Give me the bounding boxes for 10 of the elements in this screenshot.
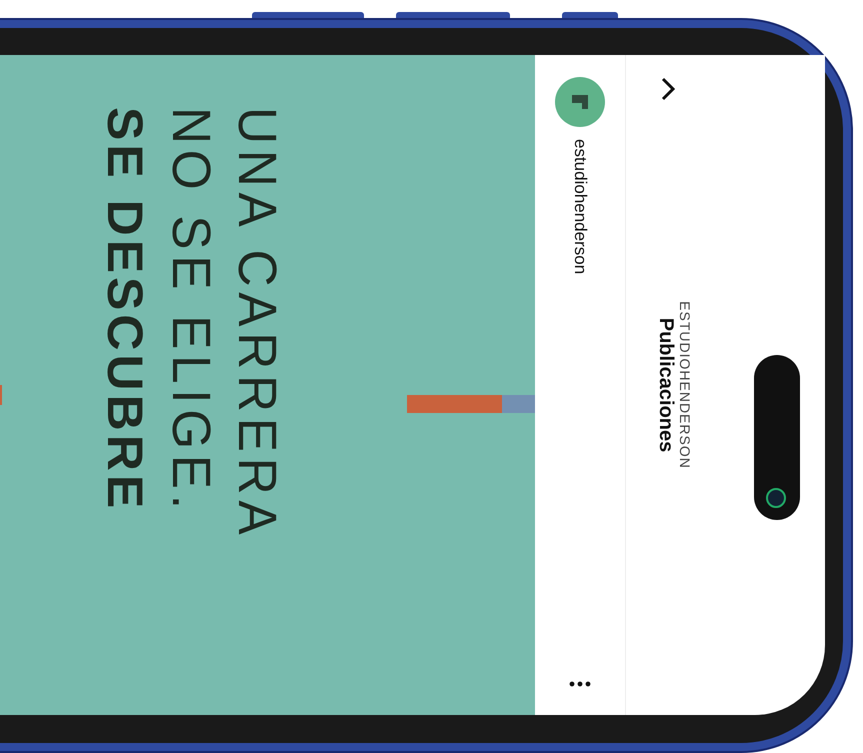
page-title: Publicaciones <box>654 318 677 452</box>
poster-headline: NO SE ELIGE. <box>165 107 217 517</box>
username[interactable]: estudiohenderson <box>570 139 590 669</box>
poster-headline: SE DESCUBRE <box>99 107 151 514</box>
avatar-icon[interactable] <box>555 77 605 127</box>
back-chevron-icon[interactable] <box>661 77 675 101</box>
camera-icon <box>766 488 786 508</box>
more-options-icon[interactable] <box>569 681 591 687</box>
poster-headline: UNA CARRERA <box>231 107 283 540</box>
account-name: ESTUDIOHENDERSON <box>677 301 693 469</box>
